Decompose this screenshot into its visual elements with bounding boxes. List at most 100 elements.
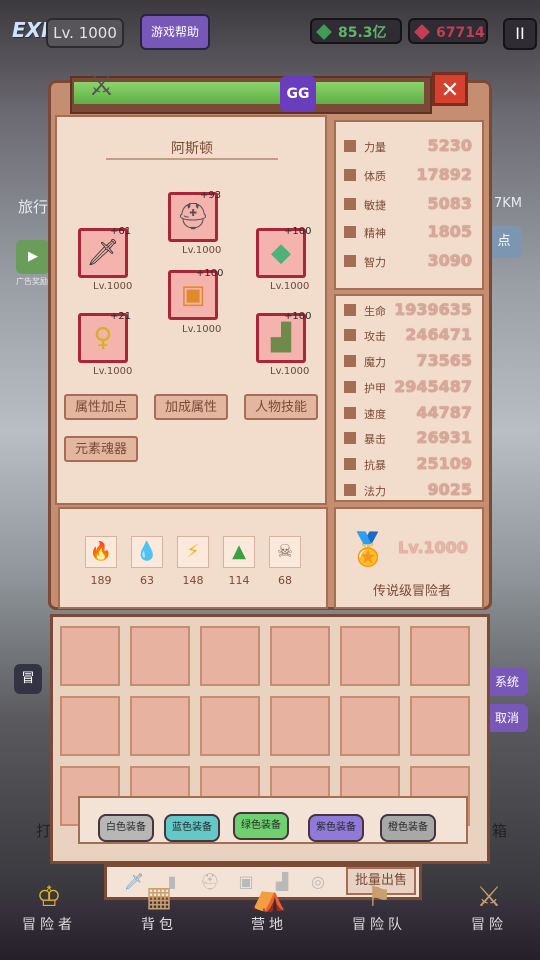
travel-label: 旅行 — [18, 198, 49, 216]
red-gem-value: 67714 — [436, 25, 485, 41]
stat-speed: 速度 44787 — [342, 403, 476, 425]
filter-white-button[interactable]: 白色装备 — [98, 814, 154, 842]
nav-adventure[interactable]: ⚔ 冒险 — [444, 880, 534, 934]
inventory-slot[interactable] — [340, 696, 400, 756]
filter-orange-button[interactable]: 橙色装备 — [380, 814, 436, 842]
stat-magic: 魔力 73565 — [342, 351, 476, 373]
lightning-icon: ⚡ — [177, 536, 209, 568]
stat-label: 抗暴 — [364, 459, 386, 472]
ad-reward-label: 广告奖励 — [16, 277, 48, 286]
hit-label: 打 — [36, 822, 52, 840]
name-divider — [106, 158, 278, 160]
adventure-icon: ⚔ — [476, 880, 502, 913]
player-level: Lv. 1000 — [46, 18, 124, 48]
earth-value: 114 — [228, 574, 250, 587]
game-help-button[interactable]: 游戏帮助 — [140, 14, 210, 50]
lightning-element: ⚡ 148 — [176, 536, 210, 587]
bonus-attributes-button[interactable]: 加成属性 — [154, 394, 228, 420]
inventory-slot[interactable] — [410, 626, 470, 686]
nav-label: 冒险 — [471, 917, 507, 933]
crit-icon — [344, 432, 356, 444]
stat-attack: 攻击 246471 — [342, 325, 476, 347]
stat-agility: 敏捷 5083 — [342, 194, 476, 216]
nav-team[interactable]: ⚑ 冒险队 — [334, 880, 424, 934]
crit-resist-icon — [344, 458, 356, 470]
nav-label: 背包 — [141, 917, 177, 933]
stat-spirit: 精神 1805 — [342, 222, 476, 244]
crystal-level: Lv.1000 — [270, 281, 310, 292]
strength-icon — [344, 140, 356, 152]
character-skills-button[interactable]: 人物技能 — [244, 394, 318, 420]
nav-label: 冒险者 — [22, 917, 76, 933]
medal-icon: 🏅 — [348, 530, 388, 568]
stat-label: 护甲 — [364, 382, 386, 395]
inventory-slot[interactable] — [60, 626, 120, 686]
mana-icon — [344, 484, 356, 496]
boots-icon: ▟ — [271, 323, 291, 353]
attack-icon — [344, 329, 356, 341]
amulet-icon: ♀ — [93, 323, 113, 353]
fire-icon: 🔥 — [85, 536, 117, 568]
stat-value: 246471 — [405, 325, 472, 344]
helmet-level: Lv.1000 — [182, 245, 222, 256]
inventory-slot[interactable] — [340, 626, 400, 686]
dark-value: 68 — [278, 574, 292, 587]
panel-header-fill — [74, 82, 424, 104]
stat-label: 体质 — [364, 170, 386, 183]
agility-icon — [344, 198, 356, 210]
helmet-plus: +93 — [200, 190, 222, 201]
stat-value: 1939635 — [394, 300, 472, 319]
team-icon: ⚑ — [366, 880, 392, 913]
nav-adventurer[interactable]: ♔ 冒险者 — [4, 880, 94, 934]
nav-camp[interactable]: ⛺ 营地 — [224, 880, 314, 934]
stat-value: 1805 — [427, 222, 472, 241]
earth-element: ▲ 114 — [222, 536, 256, 587]
nav-bag[interactable]: ▦ 背包 — [114, 880, 204, 934]
close-button[interactable]: ✕ — [432, 72, 468, 106]
stat-label: 敏捷 — [364, 199, 386, 212]
magic-icon — [344, 355, 356, 367]
stat-constitution: 体质 17892 — [342, 165, 476, 187]
water-value: 63 — [140, 574, 154, 587]
inventory-slot[interactable] — [200, 626, 260, 686]
inventory-slot[interactable] — [60, 696, 120, 756]
bag-icon: ▦ — [145, 880, 173, 913]
stat-value: 5083 — [427, 194, 472, 213]
inventory-slot[interactable] — [270, 696, 330, 756]
red-gem-counter: 67714 — [408, 18, 488, 44]
attribute-points-button[interactable]: 属性加点 — [64, 394, 138, 420]
stat-value: 25109 — [416, 454, 472, 473]
inventory-slot[interactable] — [270, 626, 330, 686]
stat-value: 17892 — [416, 165, 472, 184]
crystal-icon: ◆ — [271, 238, 291, 268]
pause-button[interactable]: II — [503, 18, 537, 50]
adventure-tab[interactable]: 冒 — [14, 664, 42, 694]
filter-purple-button[interactable]: 紫色装备 — [308, 814, 364, 842]
stat-label: 力量 — [364, 141, 386, 154]
cancel-button[interactable]: 取消 — [486, 704, 528, 732]
dark-element: ☠ 68 — [268, 536, 302, 587]
hp-icon — [344, 304, 356, 316]
play-ad-button[interactable]: ▶ — [16, 240, 50, 274]
stat-mana: 法力 9025 — [342, 480, 476, 502]
system-button[interactable]: 系统 — [486, 668, 528, 696]
element-soul-button[interactable]: 元素魂器 — [64, 436, 138, 462]
inventory-slot[interactable] — [200, 696, 260, 756]
stat-armor: 护甲 2945487 — [342, 377, 476, 399]
speed-icon — [344, 407, 356, 419]
stat-label: 法力 — [364, 485, 386, 498]
stat-value: 9025 — [427, 480, 472, 499]
weapon-plus: +61 — [110, 226, 132, 237]
inventory-slot[interactable] — [130, 626, 190, 686]
spirit-icon — [344, 226, 356, 238]
weapon-level: Lv.1000 — [93, 281, 133, 292]
armor-plus: +100 — [196, 268, 224, 279]
inventory-slot[interactable] — [410, 696, 470, 756]
filter-blue-button[interactable]: 蓝色装备 — [164, 814, 220, 842]
filter-green-button[interactable]: 绿色装备 — [233, 812, 289, 840]
box-label: 箱 — [492, 822, 508, 840]
amulet-plus: +21 — [110, 311, 132, 322]
water-icon: 💧 — [131, 536, 163, 568]
armor-stat-icon — [344, 381, 356, 393]
inventory-slot[interactable] — [130, 696, 190, 756]
